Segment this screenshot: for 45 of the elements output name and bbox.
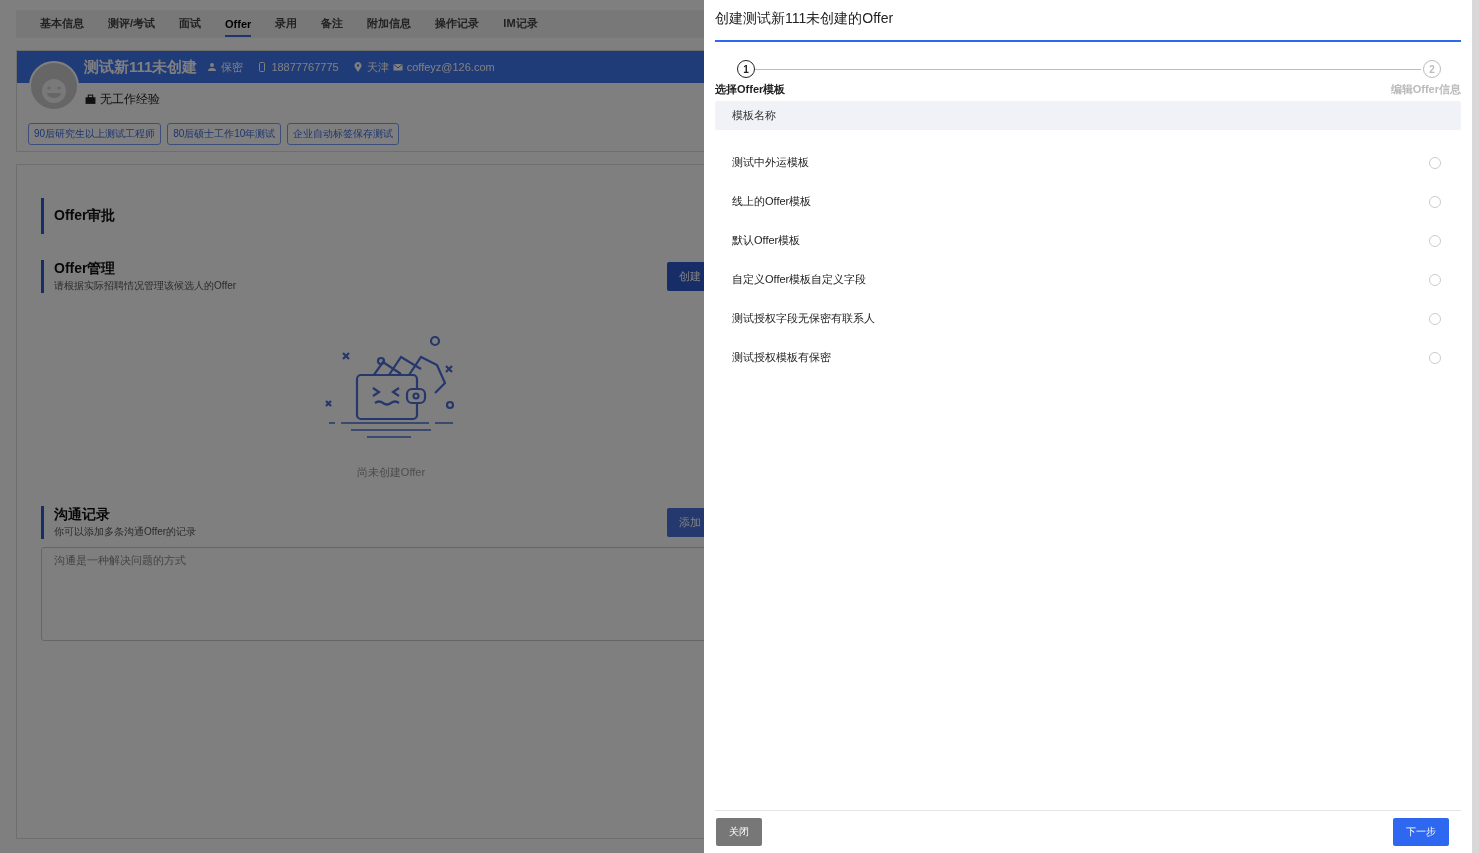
tab[interactable]: 基本信息 (40, 10, 84, 38)
tag: 90后研究生以上测试工程师 (28, 123, 162, 145)
gender-text: 保密 (221, 59, 244, 75)
section-title: Offer管理 (54, 260, 117, 278)
column-header: 模板名称 (732, 108, 776, 123)
step-label: 编辑Offer信息 (1390, 82, 1461, 97)
email-text: coffeyz@126.com (406, 61, 495, 73)
section-title: Offer审批 (54, 207, 116, 225)
tab[interactable]: 备注 (321, 10, 344, 38)
tab[interactable]: 录用 (275, 10, 298, 38)
section-title: 沟通记录 (54, 506, 111, 524)
location-icon (352, 62, 363, 72)
step-number: 1 (737, 60, 755, 78)
step-number: 2 (1423, 60, 1441, 78)
person-icon (207, 62, 218, 72)
tab[interactable]: Offer (225, 11, 252, 37)
section-subtitle: 你可以添加多条沟通Offer的记录 (54, 525, 197, 539)
phone-text: 18877767775 (271, 61, 339, 73)
template-name[interactable]: 自定义Offer模板自定义字段 (732, 272, 867, 287)
briefcase-icon (85, 94, 96, 105)
tab[interactable]: 测评/考试 (108, 10, 156, 38)
tab[interactable]: 附加信息 (367, 10, 412, 38)
template-name[interactable]: 测试授权模板有保密 (732, 350, 831, 365)
phone-icon (257, 62, 268, 72)
tab[interactable]: 操作记录 (435, 10, 480, 38)
tag: 企业自动标签保存测试 (287, 123, 400, 145)
drawer-title: 创建测试新111未创建的Offer (715, 0, 1461, 42)
section-subtitle: 请根据实际招聘情况管理该候选人的Offer (54, 279, 237, 293)
step-label: 选择Offer模板 (715, 82, 786, 97)
template-name[interactable]: 默认Offer模板 (732, 233, 801, 248)
next-button[interactable]: 下一步 (1393, 818, 1449, 846)
tab[interactable]: 面试 (179, 10, 202, 38)
city-text: 天津 (366, 59, 389, 75)
experience-text: 无工作经验 (100, 91, 160, 108)
tag: 80后硕士工作10年测试 (167, 123, 282, 145)
close-button[interactable]: 关闭 (716, 818, 762, 846)
template-name[interactable]: 测试中外运模板 (732, 155, 809, 170)
add-button[interactable]: 添加 (667, 508, 704, 537)
mail-icon (392, 62, 403, 72)
candidate-name: 测试新111未创建 (84, 57, 198, 77)
template-name[interactable]: 线上的Offer模板 (732, 194, 812, 209)
create-button[interactable]: 创建 (667, 262, 704, 291)
template-name[interactable]: 测试授权字段无保密有联系人 (732, 311, 875, 326)
avatar (29, 61, 79, 111)
tab[interactable]: IM记录 (503, 10, 538, 38)
